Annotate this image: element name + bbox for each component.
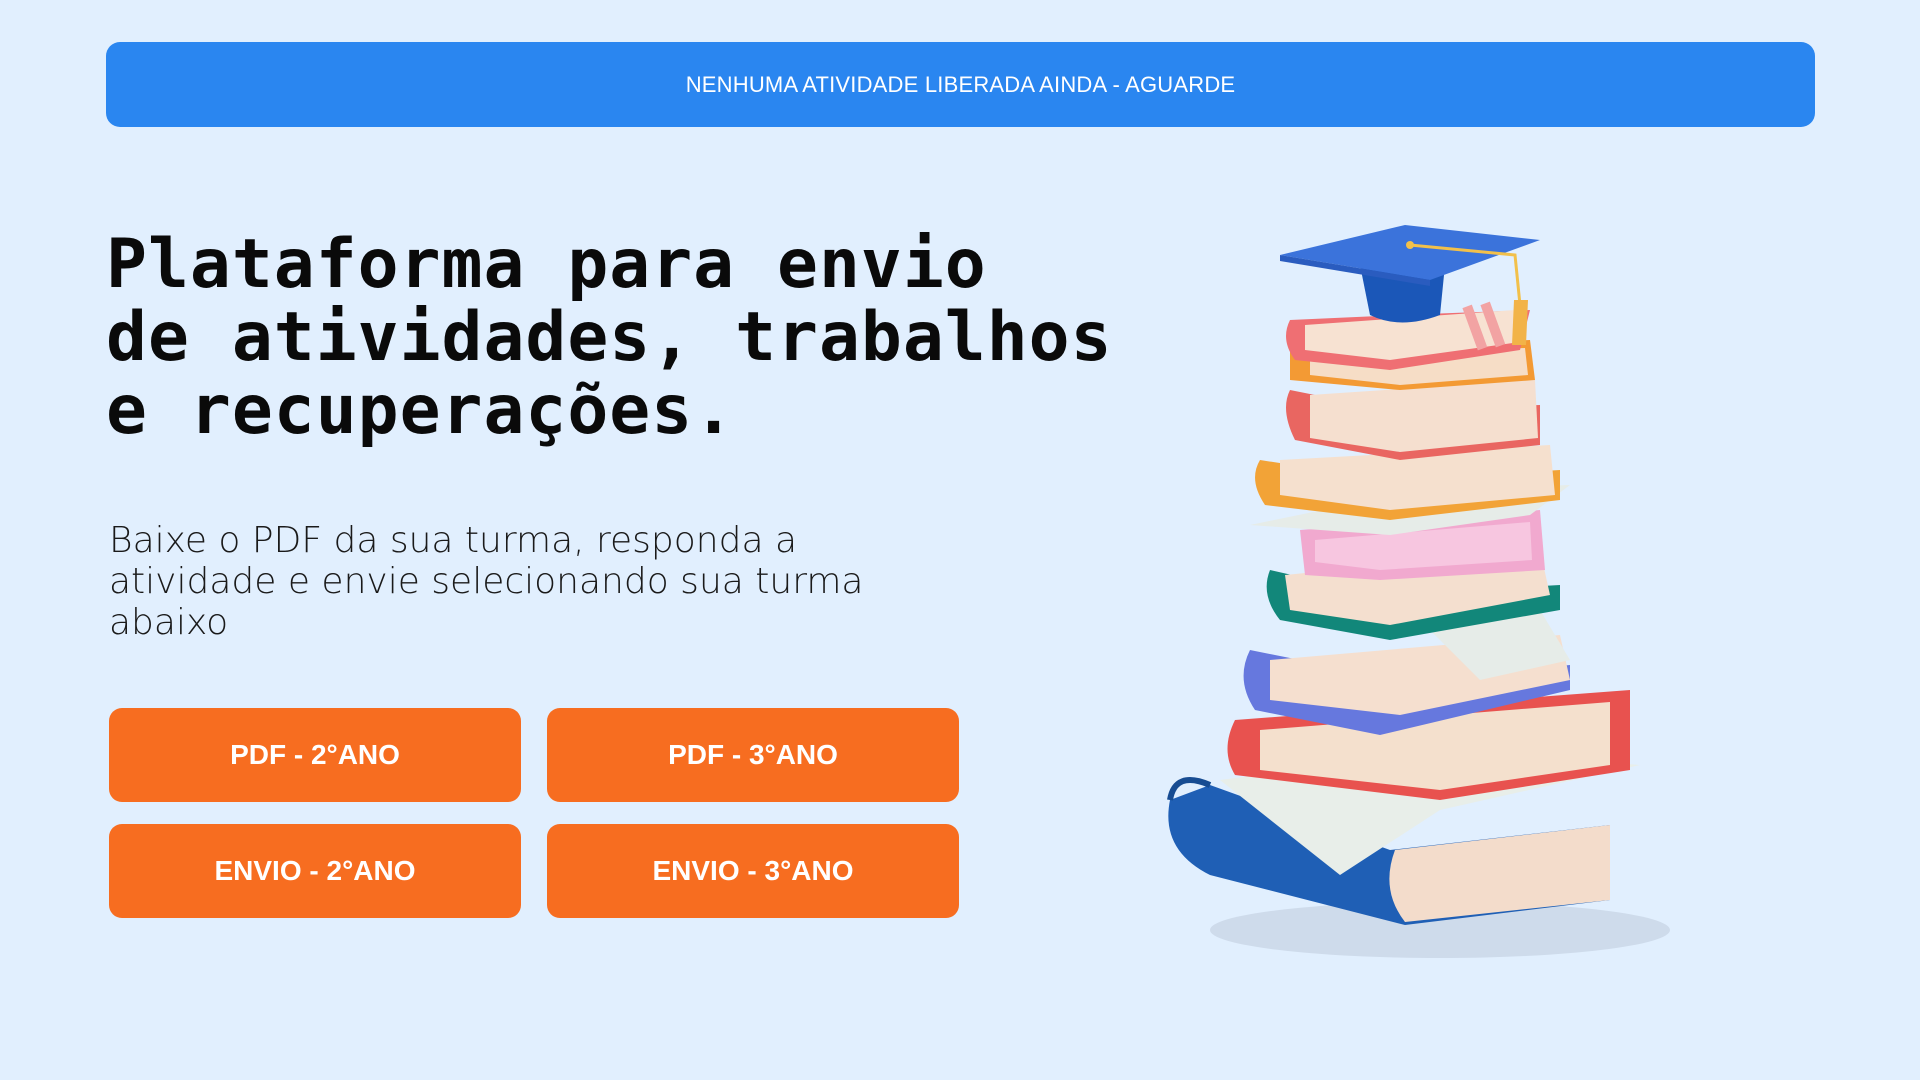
page-title: Plataforma para envio de atividades, tra… <box>106 225 1113 450</box>
notice-banner-text: NENHUMA ATIVIDADE LIBERADA AINDA - AGUAR… <box>685 71 1236 97</box>
envio-2-ano-label: ENVIO - 2°ANO <box>214 855 416 886</box>
envio-3-ano-label: ENVIO - 3°ANO <box>652 855 854 886</box>
page-title-line-1: Plataforma para envio <box>106 225 987 304</box>
page-description-line-3: abaixo <box>109 602 229 643</box>
pdf-2-ano-button[interactable]: PDF - 2°ANO <box>109 708 521 802</box>
notice-banner: NENHUMA ATIVIDADE LIBERADA AINDA - AGUAR… <box>106 42 1815 127</box>
pdf-3-ano-label: PDF - 3°ANO <box>668 739 838 770</box>
page-description: Baixe o PDF da sua turma, responda a ati… <box>109 520 909 643</box>
stack-of-books-with-graduation-cap-icon <box>1167 225 1670 958</box>
pdf-2-ano-label: PDF - 2°ANO <box>230 739 400 770</box>
envio-2-ano-button[interactable]: ENVIO - 2°ANO <box>109 824 521 918</box>
page-title-line-3: e recuperações. <box>106 371 736 450</box>
page-description-line-1: Baixe o PDF da sua turma, responda a <box>109 520 798 561</box>
page-title-line-2: de atividades, trabalhos <box>106 298 1113 377</box>
page-description-line-2: atividade e envie selecionando sua turma <box>109 561 864 602</box>
pdf-3-ano-button[interactable]: PDF - 3°ANO <box>547 708 959 802</box>
envio-3-ano-button[interactable]: ENVIO - 3°ANO <box>547 824 959 918</box>
